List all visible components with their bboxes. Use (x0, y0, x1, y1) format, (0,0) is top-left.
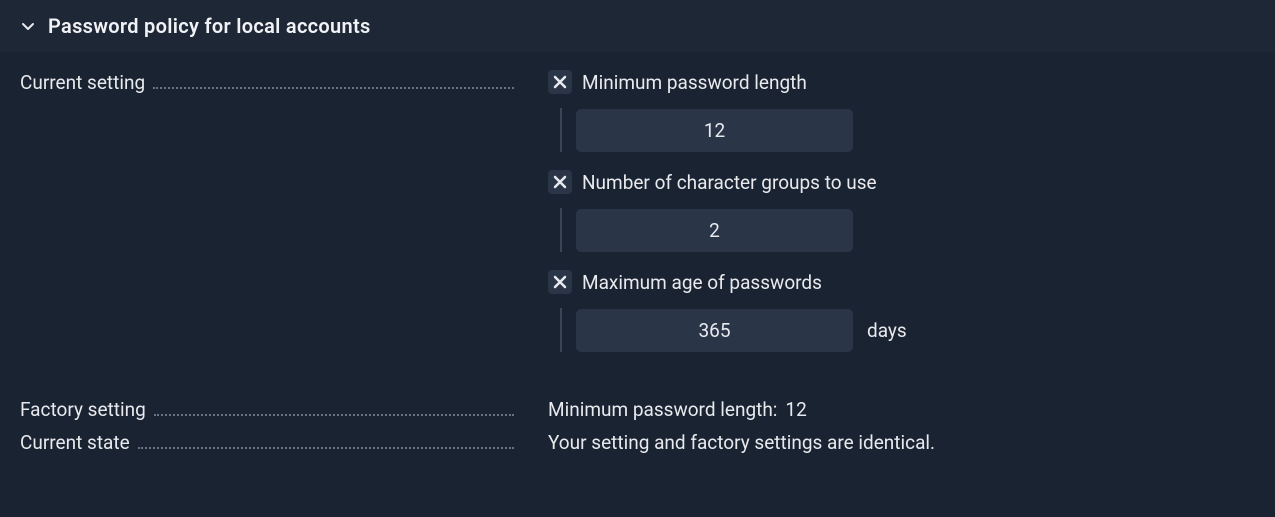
current-state-message: Your setting and factory settings are id… (548, 431, 935, 454)
max-age-input[interactable] (576, 309, 853, 352)
dotted-leader (154, 414, 514, 416)
current-setting-label: Current setting (20, 71, 149, 94)
input-divider (560, 308, 562, 352)
factory-setting-row: Factory setting Minimum password length:… (20, 398, 1255, 421)
char-groups-label: Number of character groups to use (582, 171, 877, 194)
policy-line: Number of character groups to use (548, 170, 1255, 194)
current-state-row: Current state Your setting and factory s… (20, 431, 1255, 454)
max-age-unit: days (867, 319, 907, 342)
current-state-label: Current state (20, 431, 134, 454)
input-row: days (560, 308, 1255, 352)
input-divider (560, 208, 562, 252)
max-age-checkbox[interactable] (548, 270, 572, 294)
value-column: Your setting and factory settings are id… (520, 431, 1255, 454)
factory-value-number: 12 (785, 398, 806, 421)
section-header[interactable]: Password policy for local accounts (0, 0, 1275, 52)
max-age-policy: Maximum age of passwords days (548, 270, 1255, 352)
policy-line: Maximum age of passwords (548, 270, 1255, 294)
policy-line: Minimum password length (548, 70, 1255, 94)
label-column: Current setting (20, 71, 520, 94)
input-divider (560, 108, 562, 152)
char-groups-checkbox[interactable] (548, 170, 572, 194)
section-title: Password policy for local accounts (48, 14, 371, 38)
chevron-down-icon (20, 18, 36, 34)
char-groups-policy: Number of character groups to use (548, 170, 1255, 252)
dotted-leader (153, 87, 514, 89)
min-length-label: Minimum password length (582, 71, 807, 94)
factory-value-label: Minimum password length: (548, 398, 777, 421)
min-length-policy: Minimum password length (548, 70, 1255, 152)
content-area: Current setting Minimum password length (0, 52, 1275, 454)
max-age-label: Maximum age of passwords (582, 271, 822, 294)
value-column: Minimum password length: 12 (520, 398, 1255, 421)
char-groups-input[interactable] (576, 209, 853, 252)
factory-value: Minimum password length: 12 (548, 398, 1255, 421)
value-column: Minimum password length Number of charac… (520, 70, 1255, 370)
input-row (560, 208, 1255, 252)
min-length-checkbox[interactable] (548, 70, 572, 94)
dotted-leader (138, 447, 514, 449)
label-column: Factory setting (20, 398, 520, 421)
input-row (560, 108, 1255, 152)
current-setting-row: Current setting Minimum password length (20, 70, 1255, 370)
factory-setting-label: Factory setting (20, 398, 150, 421)
min-length-input[interactable] (576, 109, 853, 152)
label-column: Current state (20, 431, 520, 454)
